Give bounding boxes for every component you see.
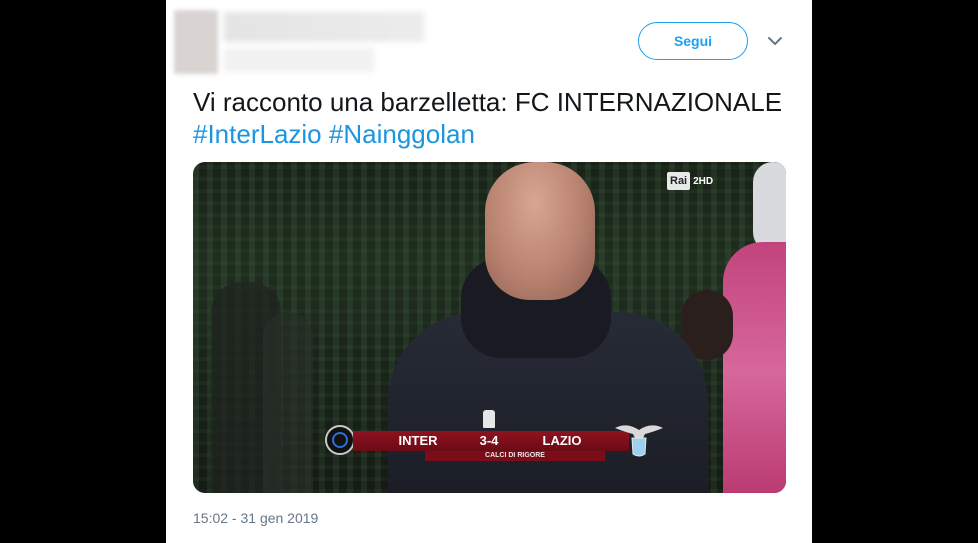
background-person [263, 312, 313, 493]
foreground-person-pink [723, 242, 786, 493]
scoreboard-home-team: INTER [398, 433, 438, 448]
tweet-timestamp[interactable]: 15:02 - 31 gen 2019 [193, 510, 318, 526]
inter-crest-icon [325, 425, 355, 455]
hashtag-nainggolan[interactable]: #Nainggolan [329, 119, 475, 149]
scoreboard-away-team: LAZIO [542, 433, 582, 448]
avatar[interactable] [174, 10, 218, 74]
follow-button[interactable]: Segui [638, 22, 748, 60]
tweet-card: Segui Vi racconto una barzelletta: FC IN… [166, 0, 812, 543]
broadcaster-logo: Rai 2HD [667, 170, 713, 192]
coach-head [485, 162, 595, 300]
scoreboard-subtitle: CALCI DI RIGORE [425, 451, 605, 461]
hashtag-interlazio[interactable]: #InterLazio [193, 119, 322, 149]
rai-channel: 2HD [693, 175, 714, 187]
scoreboard-result: 3-4 [479, 433, 499, 448]
author-name-redacted[interactable] [224, 12, 424, 42]
chevron-down-icon[interactable] [766, 32, 784, 50]
foreground-person-head [753, 162, 786, 252]
lazio-eagle-icon [615, 425, 663, 457]
rai-logo-text: Rai [667, 172, 691, 190]
tweet-text-plain: Vi racconto una barzelletta: FC INTERNAZ… [193, 87, 783, 117]
tweet-text: Vi racconto una barzelletta: FC INTERNAZ… [193, 86, 783, 150]
author-handle-redacted[interactable] [224, 48, 374, 72]
trophy-icon [483, 410, 495, 428]
tweet-image[interactable]: Rai 2HD INTER 3-4 LAZIO CALCI DI RIGORE [193, 162, 786, 493]
inter-crest-ring [332, 432, 348, 448]
